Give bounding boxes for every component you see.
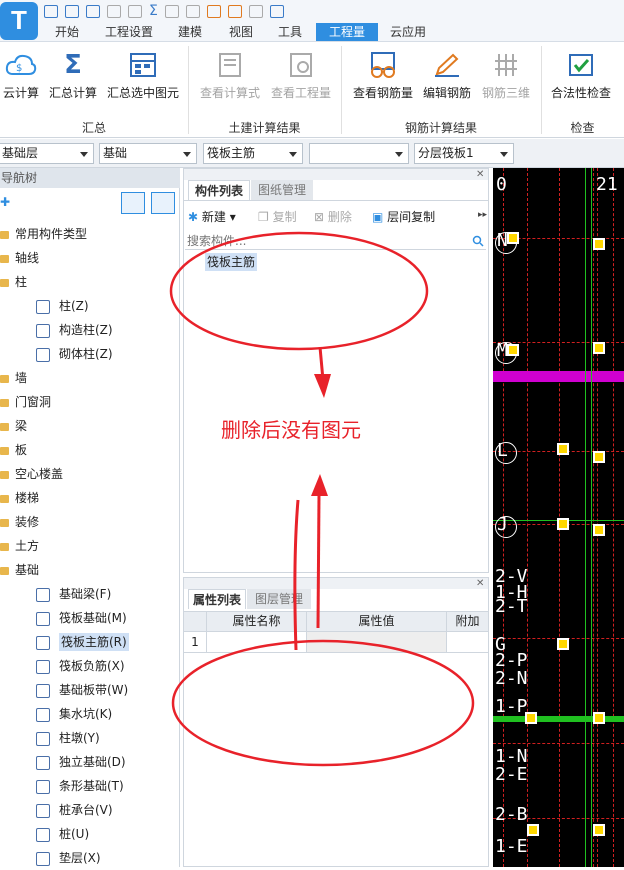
- annotation-arrow-up: [311, 474, 328, 629]
- annotation-text: 删除后没有图元: [221, 418, 361, 442]
- annotation-ellipse-top: [169, 231, 429, 351]
- annotation-stroke: [293, 499, 300, 651]
- annotation-ellipse-bottom: [171, 639, 475, 767]
- annotation-arrow-down: [314, 346, 331, 398]
